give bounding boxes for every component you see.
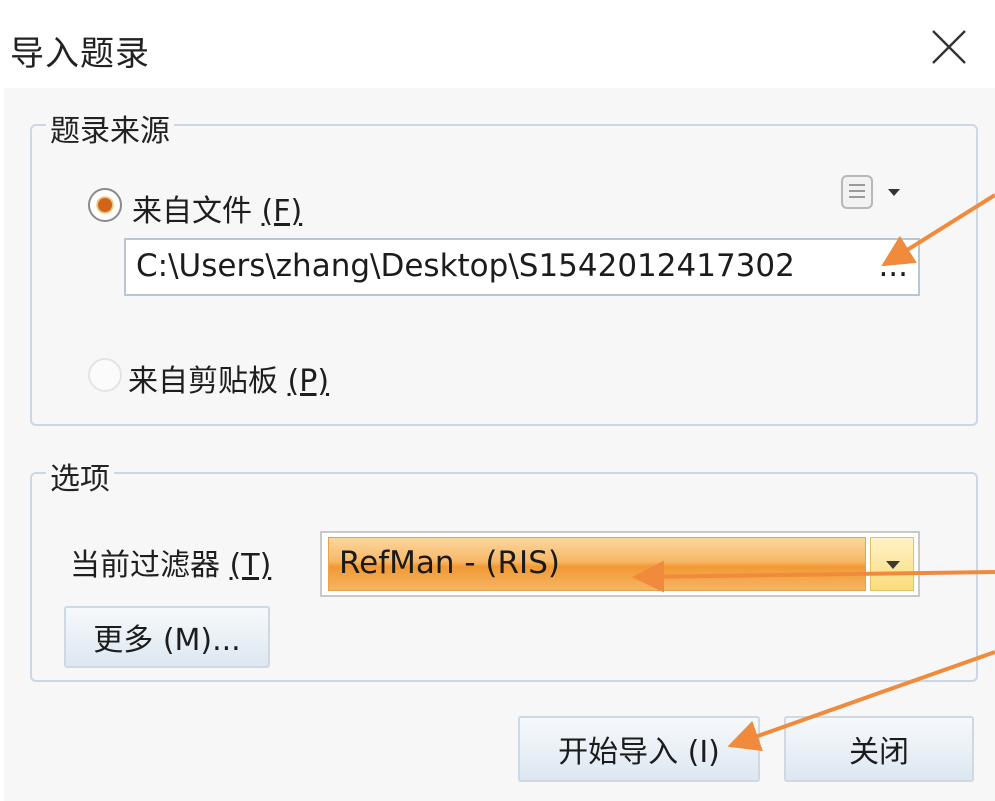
dropdown-arrow-icon[interactable]	[870, 537, 914, 591]
filter-label-text: 当前过滤器	[70, 548, 220, 583]
dialog-titlebar: 导入题录	[0, 0, 995, 88]
start-import-button[interactable]: 开始导入 (I)	[518, 716, 760, 782]
from-clipboard-radio[interactable]	[88, 358, 122, 392]
from-file-label[interactable]: 来自文件 (F)	[132, 186, 302, 230]
filter-select-value[interactable]: RefMan - (RIS)	[328, 537, 866, 591]
close-button[interactable]: 关闭	[784, 716, 974, 782]
source-group-legend: 题录来源	[46, 106, 174, 150]
close-icon[interactable]	[930, 28, 968, 66]
from-clipboard-label[interactable]: 来自剪贴板 (P)	[128, 356, 329, 400]
more-button[interactable]: 更多 (M)...	[64, 606, 270, 668]
from-file-accelerator: (F)	[261, 194, 303, 229]
browse-ellipsis[interactable]: ...	[878, 248, 908, 284]
document-menu-icon[interactable]	[838, 172, 906, 212]
filter-select[interactable]: RefMan - (RIS)	[320, 531, 920, 597]
dialog-title: 导入题录	[10, 34, 150, 74]
file-path-value: C:\Users\zhang\Desktop\S1542012417302	[136, 248, 795, 284]
file-path-input[interactable]: C:\Users\zhang\Desktop\S1542012417302 ..…	[124, 238, 920, 296]
from-file-radio[interactable]	[88, 188, 122, 222]
options-group-legend: 选项	[46, 454, 114, 498]
from-clipboard-text: 来自剪贴板	[128, 364, 278, 399]
filter-accelerator: (T)	[229, 548, 272, 583]
from-file-text: 来自文件	[132, 194, 252, 229]
filter-label: 当前过滤器 (T)	[70, 540, 271, 584]
from-clipboard-accelerator: (P)	[287, 364, 330, 399]
